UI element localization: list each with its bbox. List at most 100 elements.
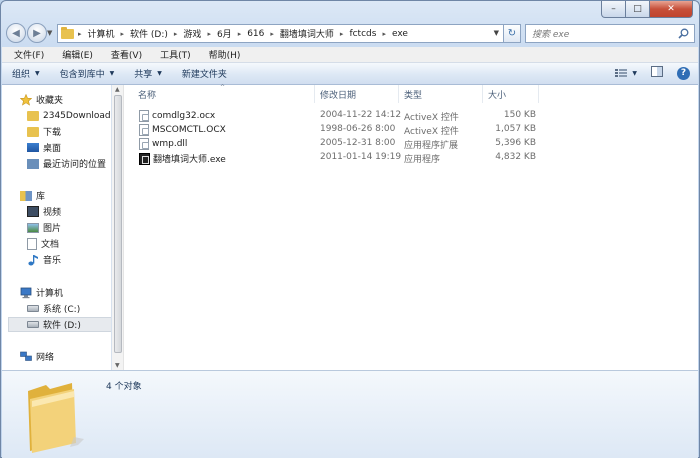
sidebar-item-videos[interactable]: 视频 <box>27 204 61 219</box>
breadcrumb-chevron-icon[interactable]: ▸ <box>340 30 344 38</box>
sidebar-item-2345downloads[interactable]: 2345Downloads <box>27 108 111 123</box>
sidebar-item-documents[interactable]: 文档 <box>27 236 59 251</box>
breadcrumb-item: fctcds ▸ <box>349 29 392 39</box>
breadcrumb-chevron-icon[interactable]: ▸ <box>174 30 178 38</box>
sidebar-item-drive-d[interactable]: 软件 (D:) <box>8 317 111 332</box>
chevron-down-icon: ▼ <box>157 70 162 77</box>
sidebar-item-label: 计算机 <box>36 289 64 299</box>
breadcrumb-item: 616 ▸ <box>247 29 280 39</box>
breadcrumb-chevron-icon[interactable]: ▸ <box>207 30 211 38</box>
maximize-button[interactable]: □ <box>626 1 650 18</box>
forward-button[interactable]: ▶ <box>27 23 47 43</box>
breadcrumb-label[interactable]: 计算机 <box>88 27 115 40</box>
breadcrumb-item: 软件 (D:) ▸ <box>130 27 183 41</box>
chevron-down-icon: ▼ <box>35 70 40 77</box>
organize-button[interactable]: 组织 ▼ <box>12 67 40 80</box>
folder-icon <box>61 26 74 39</box>
column-header-type[interactable]: 类型 <box>399 85 483 103</box>
window-controls: – □ ✕ <box>601 1 693 18</box>
file-name-cell: MSCOMCTL.OCX <box>139 124 226 136</box>
breadcrumb-label[interactable]: exe <box>392 29 408 39</box>
sidebar-item-recent[interactable]: 最近访问的位置 <box>27 156 106 171</box>
menu-file[interactable]: 文件(F) <box>5 48 53 61</box>
file-name-cell: comdlg32.ocx <box>139 110 215 122</box>
sidebar-item-network[interactable]: 网络 <box>20 349 54 364</box>
breadcrumb-label[interactable]: 软件 (D:) <box>130 27 168 40</box>
menu-help[interactable]: 帮助(H) <box>200 48 250 61</box>
share-button[interactable]: 共享 ▼ <box>134 67 162 80</box>
explorer-window: – □ ✕ ◀ ▶ ▼ ▸ 计算机 ▸ 软件 (D:) ▸ 游戏 ▸ 6月 ▸ 616 ▸… <box>0 0 700 458</box>
sidebar-item-label: 音乐 <box>43 256 62 266</box>
breadcrumb-label[interactable]: fctcds <box>349 29 376 39</box>
include-in-library-button[interactable]: 包含到库中 ▼ <box>60 67 115 80</box>
breadcrumb-label[interactable]: 游戏 <box>183 27 201 40</box>
sidebar-item-pictures[interactable]: 图片 <box>27 220 61 235</box>
folder-icon <box>27 110 39 121</box>
column-header-size[interactable]: 大小 <box>483 85 539 103</box>
file-row[interactable]: 翻墙填词大师.exe 2011-01-14 19:19 应用程序 4,832 K… <box>125 151 698 165</box>
sidebar-item-label: 桌面 <box>43 144 62 154</box>
sidebar-item-label: 收藏夹 <box>36 96 64 106</box>
file-name: MSCOMCTL.OCX <box>152 125 226 135</box>
organize-label: 组织 <box>12 70 31 80</box>
breadcrumb-chevron-icon[interactable]: ▸ <box>270 30 274 38</box>
menu-view[interactable]: 查看(V) <box>102 48 151 61</box>
sidebar-item-label: 图片 <box>43 224 62 234</box>
file-row[interactable]: wmp.dll 2005-12-31 8:00 应用程序扩展 5,396 KB <box>125 137 698 151</box>
back-button[interactable]: ◀ <box>6 23 26 43</box>
breadcrumb-chevron-icon[interactable]: ▸ <box>121 30 125 38</box>
column-label: 类型 <box>404 90 423 101</box>
address-dropdown-icon[interactable]: ▼ <box>494 29 499 37</box>
column-header-name[interactable]: ^ 名称 <box>125 84 315 103</box>
breadcrumb-label[interactable]: 翻墙填词大师 <box>280 27 334 40</box>
navigation-scrollbar[interactable]: ▲ ▼ <box>112 85 124 370</box>
file-list: ^ 名称 修改日期 类型 大小 comdlg32.ocx 2004-11-22 … <box>125 84 698 370</box>
sidebar-item-music[interactable]: 音乐 <box>27 252 61 267</box>
computer-icon <box>20 287 32 298</box>
sidebar-item-downloads[interactable]: 下载 <box>27 124 61 139</box>
new-folder-button[interactable]: 新建文件夹 <box>182 67 227 80</box>
chevron-down-icon: ▼ <box>632 69 637 77</box>
change-view-button[interactable]: ▼ <box>615 68 637 78</box>
file-row[interactable]: MSCOMCTL.OCX 1998-06-26 8:00 ActiveX 控件 … <box>125 123 698 137</box>
sidebar-item-drive-c[interactable]: 系统 (C:) <box>27 301 80 316</box>
content-area: 收藏夹 2345Downloads 下载 桌面 最近访问的位置 库 视频 图片 … <box>2 84 698 370</box>
file-row[interactable]: comdlg32.ocx 2004-11-22 14:12 ActiveX 控件… <box>125 109 698 123</box>
menu-edit[interactable]: 编辑(E) <box>53 48 102 61</box>
preview-pane-button[interactable] <box>651 66 663 80</box>
file-name-cell: wmp.dll <box>139 138 187 150</box>
recent-pages-dropdown[interactable]: ▼ <box>47 29 52 37</box>
help-icon: ? <box>680 68 687 78</box>
breadcrumb-item: 游戏 ▸ <box>183 27 217 41</box>
minimize-button[interactable]: – <box>601 1 626 18</box>
scroll-up-icon[interactable]: ▲ <box>115 86 120 93</box>
help-button[interactable]: ? <box>677 66 690 80</box>
refresh-button[interactable]: ↻ <box>504 24 521 43</box>
sidebar-item-desktop[interactable]: 桌面 <box>27 140 61 155</box>
navigation-pane: 收藏夹 2345Downloads 下载 桌面 最近访问的位置 库 视频 图片 … <box>2 85 112 370</box>
folder-icon <box>28 383 84 453</box>
sidebar-item-favorites[interactable]: 收藏夹 <box>20 92 63 107</box>
breadcrumb-chevron-icon[interactable]: ▸ <box>382 30 386 38</box>
scroll-down-icon[interactable]: ▼ <box>115 362 120 369</box>
file-date: 1998-06-26 8:00 <box>320 124 396 134</box>
sidebar-item-computer[interactable]: 计算机 <box>20 285 63 300</box>
sidebar-item-label: 下载 <box>43 128 62 138</box>
close-button[interactable]: ✕ <box>650 1 693 18</box>
sort-ascending-icon: ^ <box>220 84 226 91</box>
search-input[interactable]: 搜索 exe <box>525 24 695 43</box>
menu-tools[interactable]: 工具(T) <box>151 48 200 61</box>
breadcrumb-label[interactable]: 616 <box>247 29 264 39</box>
breadcrumb-chevron-icon[interactable]: ▸ <box>238 30 242 38</box>
breadcrumb-label[interactable]: 6月 <box>217 27 232 40</box>
sidebar-item-label: 库 <box>36 192 46 202</box>
address-bar[interactable]: ▸ 计算机 ▸ 软件 (D:) ▸ 游戏 ▸ 6月 ▸ 616 ▸ 翻墙填词大师 ▸ fct… <box>57 24 504 43</box>
scrollbar-thumb[interactable] <box>114 95 122 353</box>
download-folder-icon <box>27 126 39 137</box>
menu-bar: 文件(F) 编辑(E) 查看(V) 工具(T) 帮助(H) <box>2 47 698 63</box>
application-icon <box>139 152 150 165</box>
activex-file-icon <box>139 124 149 136</box>
sidebar-item-libraries[interactable]: 库 <box>20 188 45 203</box>
file-type: 应用程序 <box>404 155 441 165</box>
column-header-date[interactable]: 修改日期 <box>315 85 399 103</box>
